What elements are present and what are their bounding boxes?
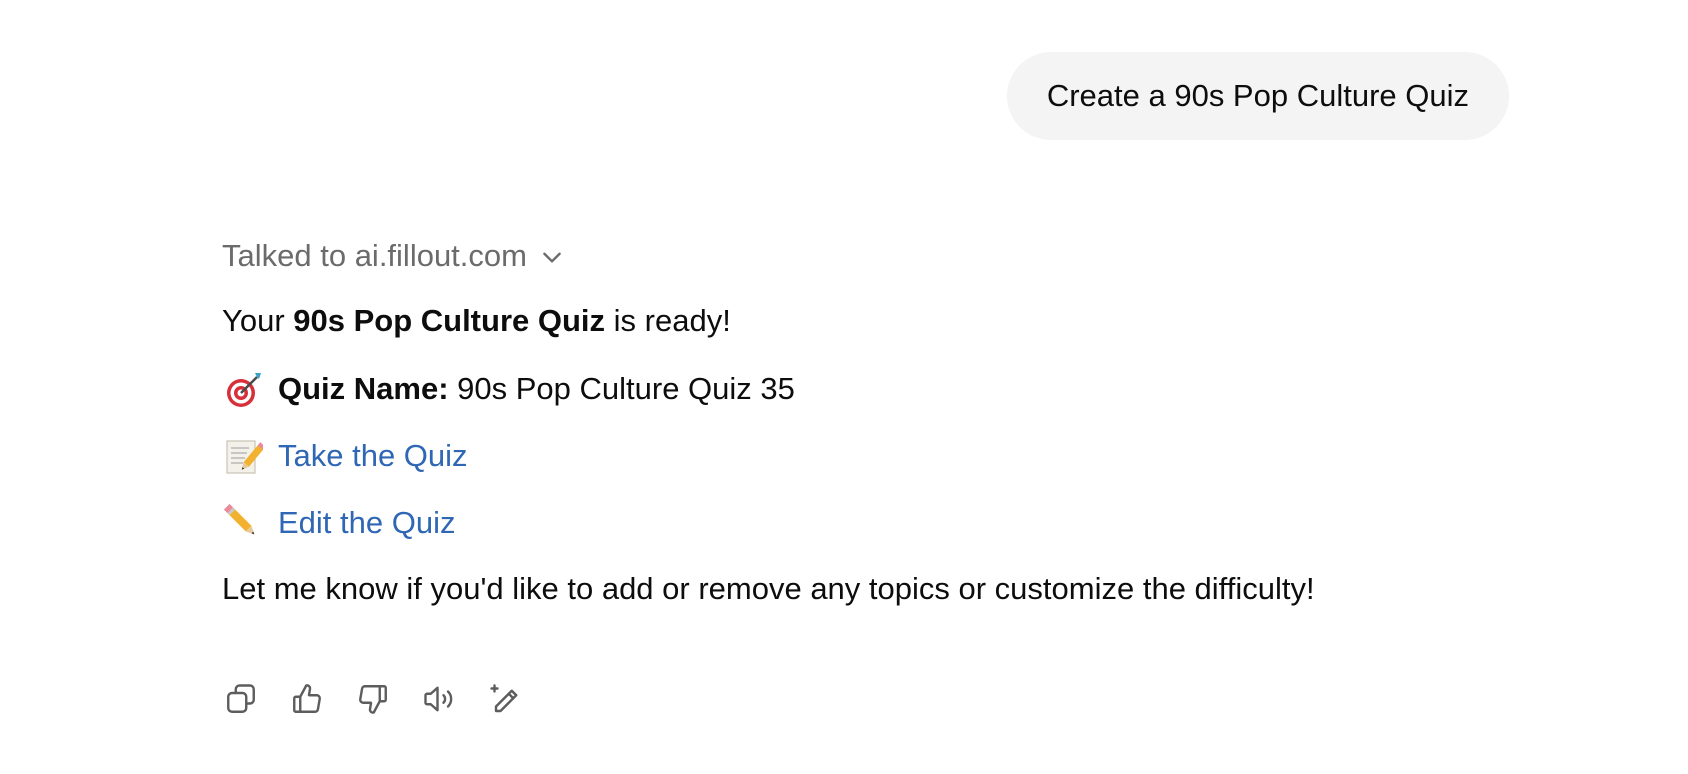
user-message-bubble: Create a 90s Pop Culture Quiz bbox=[1006, 52, 1509, 140]
take-quiz-link[interactable]: Take the Quiz bbox=[278, 436, 468, 476]
take-quiz-line: Take the Quiz bbox=[222, 435, 468, 477]
closing-text: Let me know if you'd like to add or remo… bbox=[222, 571, 1315, 606]
quiz-name-line: Quiz Name: 90s Pop Culture Quiz 35 bbox=[222, 368, 795, 410]
quiz-title-bold: 90s Pop Culture Quiz bbox=[293, 303, 606, 338]
edit-quiz-line: Edit the Quiz bbox=[222, 502, 455, 544]
quiz-name-value: 90s Pop Culture Quiz 35 bbox=[448, 371, 795, 406]
intro-text: Your 90s Pop Culture Quiz is ready! bbox=[222, 301, 731, 341]
edit-sparkle-icon[interactable] bbox=[486, 680, 524, 718]
tool-call-toggle[interactable]: Talked to ai.fillout.com bbox=[222, 236, 565, 276]
user-message-text: Create a 90s Pop Culture Quiz bbox=[1046, 78, 1469, 113]
read-aloud-icon[interactable] bbox=[420, 680, 458, 718]
dart-target-icon bbox=[222, 368, 264, 410]
memo-pencil-icon bbox=[222, 435, 264, 477]
pencil-icon bbox=[222, 502, 264, 544]
message-actions bbox=[222, 680, 524, 718]
chevron-down-icon bbox=[543, 252, 561, 263]
copy-icon[interactable] bbox=[222, 680, 260, 718]
thumbs-up-icon[interactable] bbox=[288, 680, 326, 718]
chat-page: Create a 90s Pop Culture Quiz Talked to … bbox=[0, 0, 1688, 774]
thumbs-down-icon[interactable] bbox=[354, 680, 392, 718]
quiz-name-label: Quiz Name: bbox=[278, 371, 449, 406]
tool-call-label: Talked to ai.fillout.com bbox=[222, 238, 527, 273]
edit-quiz-link[interactable]: Edit the Quiz bbox=[278, 503, 455, 543]
